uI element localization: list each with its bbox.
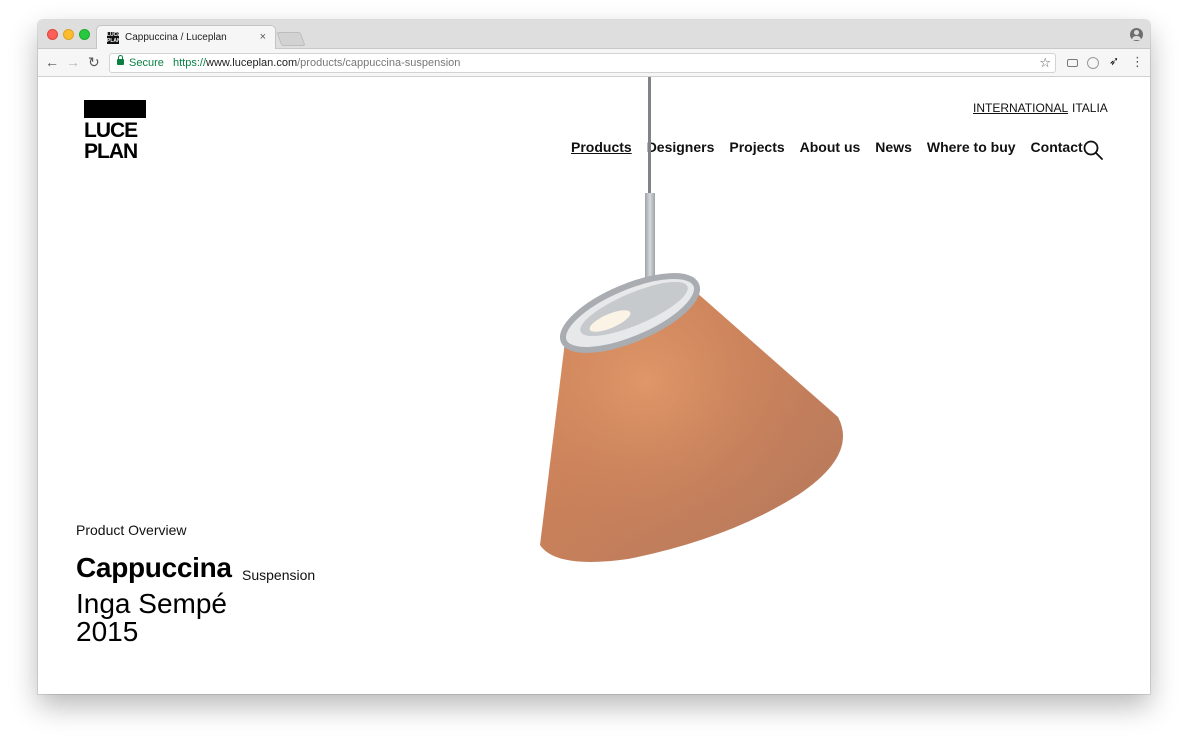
tab-strip: LUCE PLAN Cappuccina / Luceplan × [38, 20, 1150, 50]
close-window-button[interactable] [47, 29, 58, 40]
minimize-window-button[interactable] [63, 29, 74, 40]
menu-dots-icon[interactable]: ⋮ [1131, 54, 1144, 70]
logo-line-2: PLAN [84, 140, 138, 163]
url-path: /products/cappuccina-suspension [297, 57, 461, 69]
lamp-image [540, 77, 843, 562]
lamp-cable [648, 77, 651, 195]
logo-bar [84, 100, 146, 118]
product-type: Suspension [242, 567, 316, 583]
product-overview-label: Product Overview [76, 522, 187, 538]
luceplan-logo[interactable]: LUCE PLAN [84, 100, 146, 162]
browser-toolbar: ← → ↻ Secure https://www.luceplan.com/pr… [38, 49, 1150, 77]
nav-news[interactable]: News [875, 139, 912, 155]
lang-international[interactable]: INTERNATIONAL [973, 101, 1068, 115]
close-tab-icon[interactable]: × [260, 31, 266, 43]
tab-title: Cappuccina / Luceplan [125, 32, 227, 43]
lang-italia[interactable]: ITALIA [1072, 101, 1108, 115]
search-icon[interactable] [1083, 140, 1103, 160]
reload-icon[interactable]: ↻ [88, 54, 100, 70]
address-bar[interactable]: Secure https://www.luceplan.com/products… [109, 53, 1056, 73]
secure-label: Secure [129, 57, 164, 69]
bird-icon[interactable]: ➶ [1109, 54, 1119, 68]
logo-line-1: LUCE [84, 119, 138, 142]
product-year: 2015 [76, 616, 139, 647]
circle-icon[interactable] [1087, 57, 1099, 69]
url-host: www.luceplan.com [206, 57, 298, 69]
back-arrow-icon[interactable]: ← [45, 54, 59, 70]
zoom-window-button[interactable] [79, 29, 90, 40]
nav-contact[interactable]: Contact [1031, 139, 1083, 155]
star-icon[interactable]: ☆ [1039, 55, 1051, 71]
url-scheme: https:// [173, 57, 207, 69]
profile-icon[interactable] [1130, 28, 1143, 41]
browser-window: LUCE PLAN Cappuccina / Luceplan × ← → ↻ … [38, 20, 1150, 694]
forward-arrow-icon[interactable]: → [66, 54, 80, 70]
nav-where-to-buy[interactable]: Where to buy [927, 139, 1016, 155]
url-text[interactable]: https://www.luceplan.com/products/cappuc… [173, 57, 460, 69]
camera-icon[interactable] [1067, 59, 1078, 67]
product-name: Cappuccina [76, 552, 232, 583]
new-tab-button[interactable] [276, 32, 306, 46]
logo-text: LUCE PLAN [84, 120, 146, 162]
favicon-icon: LUCE PLAN [107, 32, 119, 44]
page-content: LUCE PLAN INTERNATIONAL ITALIA Products … [38, 77, 1150, 694]
product-designer[interactable]: Inga Sempé [76, 590, 227, 618]
lock-icon [117, 55, 124, 65]
tab-cappuccina[interactable]: LUCE PLAN Cappuccina / Luceplan × [96, 25, 276, 50]
